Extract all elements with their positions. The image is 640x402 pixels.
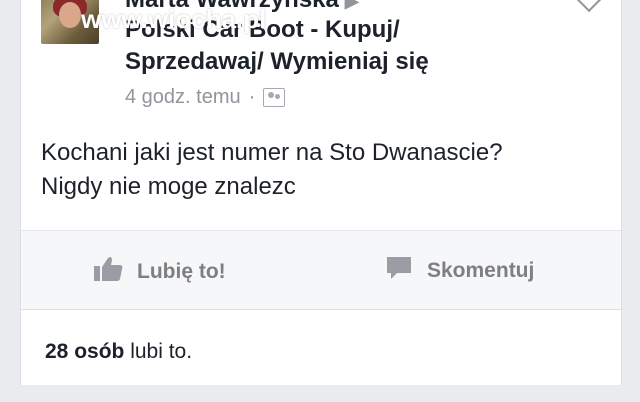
comment-button[interactable]: Skomentuj <box>385 255 534 287</box>
group-icon <box>263 88 286 107</box>
comment-label: Skomentuj <box>427 259 535 282</box>
post-text-line2: Nigdy nie moge znalezc <box>41 173 296 200</box>
group-name-line1[interactable]: Polski Car Boot - Kupuj/ <box>125 16 400 44</box>
comment-icon <box>385 255 413 287</box>
thumbs-up-icon <box>93 255 123 289</box>
post-timestamp[interactable]: 4 godz. temu <box>125 86 241 109</box>
likes-count: 28 osób <box>45 340 125 363</box>
action-bar: Lubię to! Skomentuj <box>21 230 621 310</box>
post-text-line1: Kochani jaki jest numer na Sto Dwanascie… <box>41 139 503 166</box>
likes-suffix: lubi to. <box>130 340 193 363</box>
post-body: Kochani jaki jest numer na Sto Dwanascie… <box>41 136 601 204</box>
post-header: Marta Wawrzyńska ▶ <box>125 0 365 14</box>
likes-summary[interactable]: 28 osób lubi to. <box>45 340 192 364</box>
author-name[interactable]: Marta Wawrzyńska <box>125 0 339 13</box>
post-meta: 4 godz. temu · <box>125 86 286 109</box>
author-avatar[interactable] <box>41 0 99 44</box>
post-card: Marta Wawrzyńska ▶ Polski Car Boot - Kupu… <box>20 0 622 385</box>
group-name-line2[interactable]: Sprzedawaj/ Wymieniaj się <box>125 48 429 76</box>
meta-separator: · <box>248 86 256 108</box>
share-arrow-icon: ▶ <box>344 0 359 11</box>
chevron-down-icon[interactable] <box>574 0 604 13</box>
avatar-face <box>59 2 81 28</box>
like-label: Lubię to! <box>137 260 226 283</box>
like-button[interactable]: Lubię to! <box>93 255 226 289</box>
